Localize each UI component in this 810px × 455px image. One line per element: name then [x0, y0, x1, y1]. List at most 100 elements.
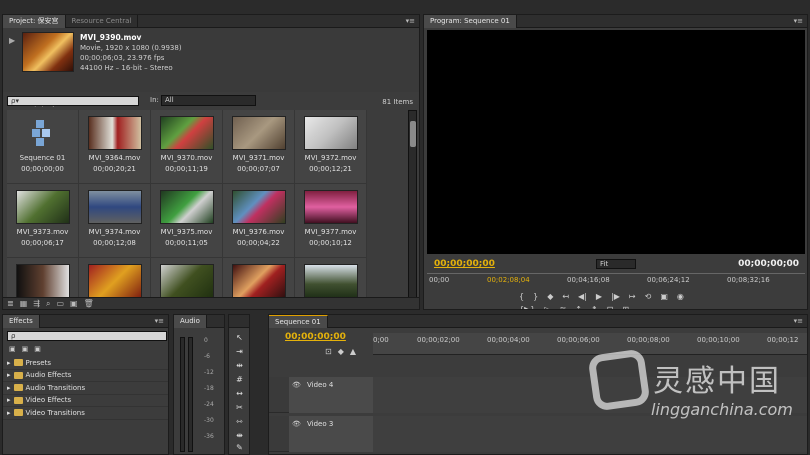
- mark-out-icon[interactable]: }: [533, 292, 538, 301]
- play-icon[interactable]: ▶: [596, 292, 602, 301]
- clip-thumbnail: [160, 264, 214, 298]
- marker-icon[interactable]: ◆: [338, 347, 344, 356]
- project-item-clip[interactable]: [295, 258, 367, 299]
- step-forward-icon[interactable]: |▶: [611, 292, 620, 301]
- export-frame-icon[interactable]: ⊞: [622, 305, 629, 309]
- effects-folder-audio-transitions[interactable]: ▸ Audio Transitions: [3, 382, 168, 395]
- project-item-clip[interactable]: MVI_9377.mov 00;00;10;12: [295, 184, 367, 258]
- razor-tool-icon[interactable]: ✂: [233, 403, 246, 413]
- play-in-to-out-icon[interactable]: {▶}: [519, 305, 535, 309]
- step-back-icon[interactable]: ◀|: [578, 292, 587, 301]
- program-time-ruler[interactable]: 00;00 00;02;08;04 00;04;16;08 00;06;24;1…: [427, 273, 805, 285]
- item-duration: 00;00;07;07: [237, 165, 280, 173]
- eye-icon[interactable]: 👁: [292, 420, 301, 428]
- play-icon[interactable]: ▶: [9, 36, 19, 70]
- rate-stretch-tool-icon[interactable]: ↔: [233, 389, 246, 399]
- project-item-clip[interactable]: [151, 258, 223, 299]
- effects-tabbar: Effects: [3, 315, 168, 328]
- program-current-timecode[interactable]: 00;00;00;00: [434, 259, 495, 269]
- new-bin-icon[interactable]: ▭: [56, 299, 64, 308]
- project-toolbar: ≣ ▦ ⇶ ⌕ ▭ ▣ 🗑: [3, 297, 419, 309]
- go-to-in-icon[interactable]: ↤: [562, 292, 569, 301]
- expand-arrow-icon[interactable]: ▸: [7, 384, 11, 392]
- safe-margins-icon[interactable]: ▣: [660, 292, 668, 301]
- list-view-icon[interactable]: ≣: [7, 299, 14, 308]
- panel-menu-icon[interactable]: ▾≡: [406, 17, 415, 25]
- yuv-effects-icon[interactable]: ▣: [34, 345, 41, 353]
- tab-program[interactable]: Program: Sequence 01: [424, 15, 517, 28]
- jog-icon[interactable]: ≋: [560, 305, 567, 309]
- project-item-clip[interactable]: [7, 258, 79, 299]
- project-item-clip[interactable]: MVI_9376.mov 00;00;04;22: [223, 184, 295, 258]
- expand-arrow-icon[interactable]: ▸: [7, 396, 11, 404]
- db-label: -6: [204, 353, 210, 360]
- clip-thumbnail: [304, 264, 358, 298]
- marker-icon[interactable]: ◆: [547, 292, 553, 301]
- program-screen[interactable]: [427, 30, 805, 254]
- track-select-tool-icon[interactable]: ⇥: [233, 347, 246, 357]
- panel-menu-icon[interactable]: ▾≡: [794, 17, 803, 25]
- project-scrollbar[interactable]: [408, 110, 417, 305]
- 32bit-effects-icon[interactable]: ▣: [22, 345, 29, 353]
- project-item-clip[interactable]: MVI_9370.mov 00;00;11;19: [151, 110, 223, 184]
- project-item-clip[interactable]: [79, 258, 151, 299]
- effects-search-input[interactable]: ρ: [7, 331, 167, 341]
- automate-icon[interactable]: ⇶: [33, 299, 40, 308]
- expand-arrow-icon[interactable]: ▸: [7, 359, 11, 367]
- scrollbar-thumb[interactable]: [410, 121, 416, 147]
- in-select[interactable]: All: [161, 95, 256, 106]
- extract-icon[interactable]: ⇞: [591, 305, 598, 309]
- slip-tool-icon[interactable]: ⇿: [233, 417, 246, 427]
- project-item-clip[interactable]: MVI_9372.mov 00;00;12;21: [295, 110, 367, 184]
- project-item-sequence[interactable]: Sequence 01 00;00;00;00: [7, 110, 79, 184]
- tab-sequence[interactable]: Sequence 01: [269, 315, 328, 328]
- project-search-input[interactable]: ρ▾: [7, 96, 139, 106]
- lift-icon[interactable]: ⇡: [575, 305, 582, 309]
- snap-icon[interactable]: ⊡: [325, 347, 332, 356]
- expand-arrow-icon[interactable]: ▸: [7, 409, 11, 417]
- project-item-clip[interactable]: MVI_9364.mov 00;00;20;21: [79, 110, 151, 184]
- mark-in-icon[interactable]: {: [519, 292, 524, 301]
- project-item-clip[interactable]: MVI_9375.mov 00;00;11;05: [151, 184, 223, 258]
- project-item-clip[interactable]: MVI_9374.mov 00;00;12;08: [79, 184, 151, 258]
- eye-icon[interactable]: 👁: [292, 381, 301, 389]
- track-header[interactable]: 👁 Video 4: [289, 377, 373, 413]
- go-to-out-icon[interactable]: ↦: [629, 292, 636, 301]
- watermark-text-en: lingganchina.com: [651, 400, 793, 419]
- zoom-select[interactable]: Fit: [596, 259, 636, 269]
- effects-folder-audio-effects[interactable]: ▸ Audio Effects: [3, 370, 168, 382]
- new-item-icon[interactable]: ▣: [70, 299, 78, 308]
- ripple-edit-tool-icon[interactable]: ⇹: [233, 361, 246, 371]
- effects-folder-video-effects[interactable]: ▸ Video Effects: [3, 395, 168, 407]
- trash-icon[interactable]: 🗑: [84, 299, 94, 308]
- rolling-edit-tool-icon[interactable]: #: [233, 375, 246, 385]
- pen-tool-icon[interactable]: ✎: [233, 443, 246, 453]
- timeline-current-timecode[interactable]: 00;00;00;00: [285, 332, 346, 342]
- project-panel: Project: 保安宫 Resource Central ▾≡ ▶ MVI_9…: [2, 14, 420, 310]
- project-item-clip[interactable]: MVI_9371.mov 00;00;07;07: [223, 110, 295, 184]
- tab-audio[interactable]: Audio: [174, 315, 207, 328]
- icon-view-icon[interactable]: ▦: [20, 299, 28, 308]
- output-icon[interactable]: ◉: [677, 292, 684, 301]
- slide-tool-icon[interactable]: ⇼: [233, 431, 246, 441]
- tab-resource-central[interactable]: Resource Central: [66, 15, 139, 28]
- project-item-clip[interactable]: [223, 258, 295, 299]
- accelerated-effects-icon[interactable]: ▣: [9, 345, 16, 353]
- track-header[interactable]: 👁 Video 3: [289, 416, 373, 452]
- tab-project[interactable]: Project: 保安宫: [3, 15, 66, 28]
- tab-effects[interactable]: Effects: [3, 315, 40, 328]
- item-name: MVI_9376.mov: [232, 228, 285, 236]
- selection-tool-icon[interactable]: ↖: [233, 333, 246, 343]
- trim-icon[interactable]: ⊟: [607, 305, 614, 309]
- keyframe-icon[interactable]: ▲: [350, 347, 356, 356]
- panel-menu-icon[interactable]: ▾≡: [155, 317, 164, 325]
- panel-menu-icon[interactable]: ▾≡: [794, 317, 803, 325]
- ruler-label: 00;00;02;00: [417, 336, 460, 344]
- find-icon[interactable]: ⌕: [46, 299, 50, 309]
- shuttle-icon[interactable]: ▷: [544, 305, 550, 309]
- project-item-clip[interactable]: MVI_9373.mov 00;00;06;17: [7, 184, 79, 258]
- loop-icon[interactable]: ⟲: [645, 292, 652, 301]
- expand-arrow-icon[interactable]: ▸: [7, 371, 11, 379]
- effects-folder-video-transitions[interactable]: ▸ Video Transitions: [3, 407, 168, 420]
- effects-folder-presets[interactable]: ▸ Presets: [3, 357, 168, 370]
